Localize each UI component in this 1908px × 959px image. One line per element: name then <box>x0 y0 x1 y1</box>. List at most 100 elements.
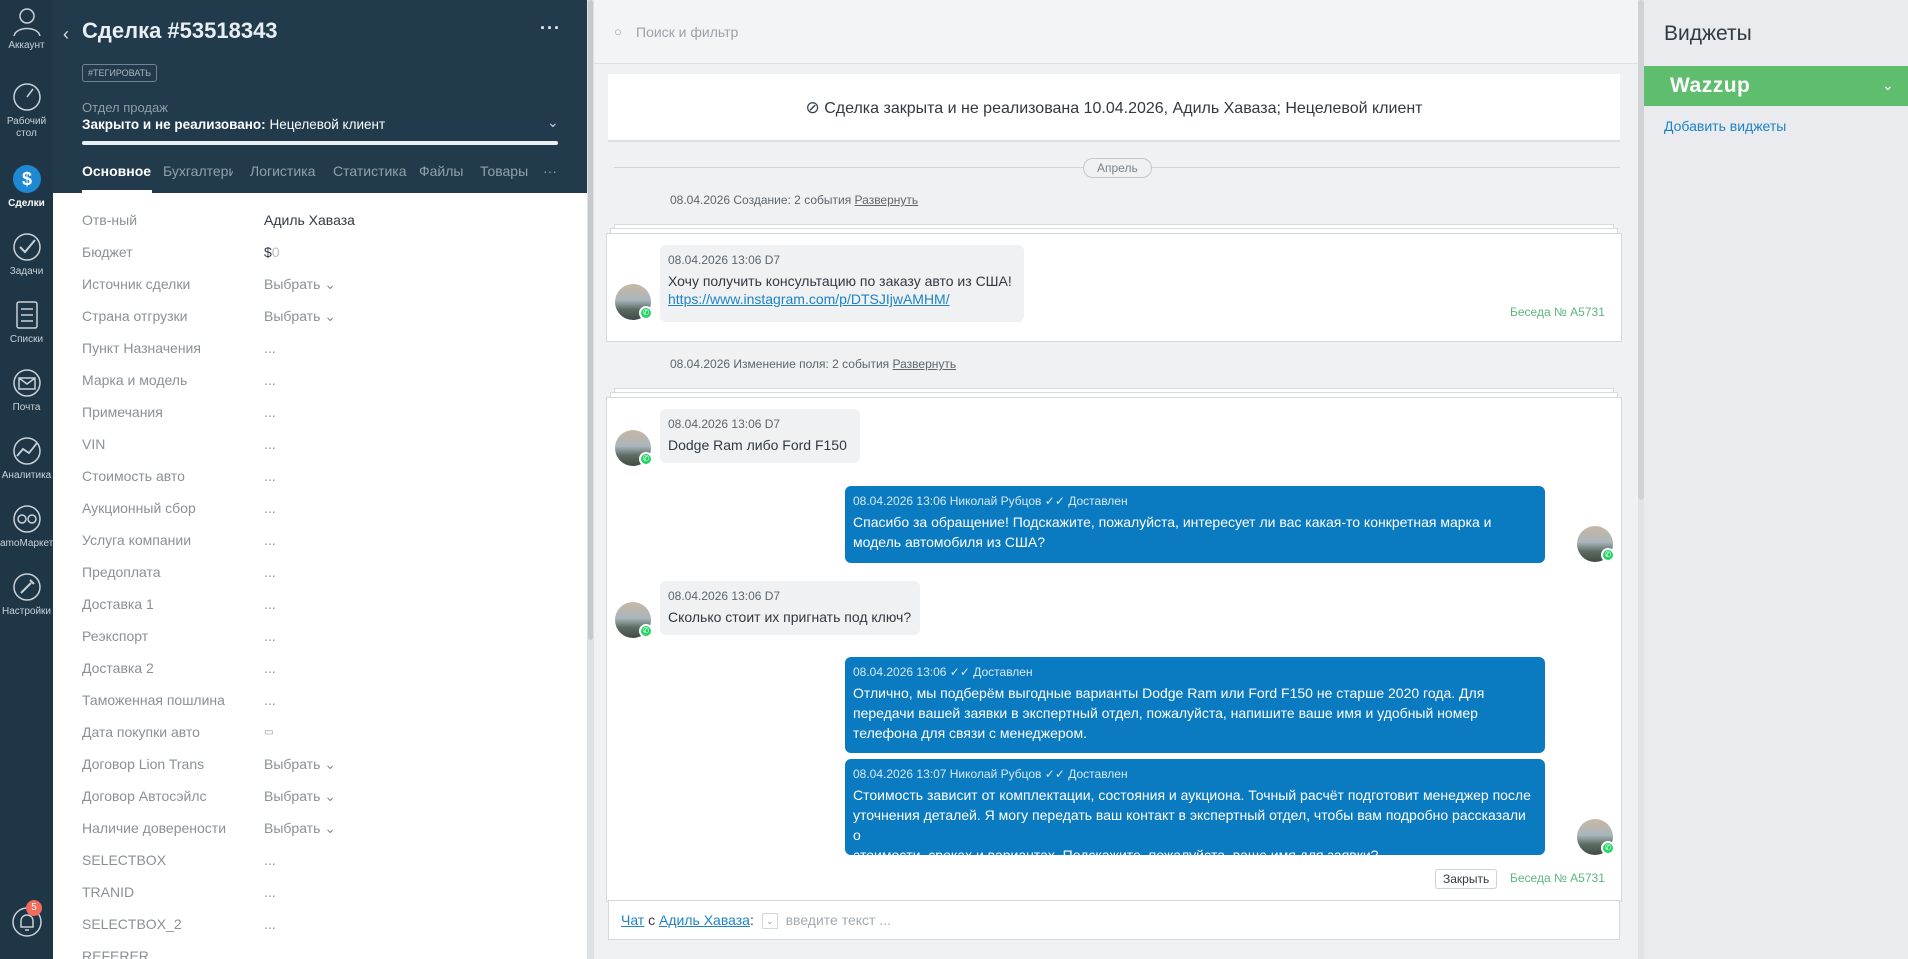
field-row: SELECTBOX_2... <box>82 916 276 932</box>
nav-dashboard[interactable]: Рабочий стол <box>0 80 53 140</box>
conversation-number[interactable]: Беседа № A5731 <box>1510 305 1605 319</box>
field-value[interactable]: ... <box>264 340 276 356</box>
whatsapp-icon: ✆ <box>639 624 653 638</box>
field-row: Отв-ный Адиль Хаваза <box>82 212 355 228</box>
field-row: VIN... <box>82 436 276 452</box>
add-widgets-link[interactable]: Добавить виджеты <box>1664 118 1786 134</box>
outgoing-message: 08.04.2026 13:06 ✓✓ Доставлен Отлично, м… <box>845 657 1545 753</box>
field-select[interactable]: Выбрать ⌄ <box>264 276 336 293</box>
dashboard-icon <box>12 83 41 111</box>
field-row: Договор Lion Trans Выбрать ⌄ <box>82 756 337 773</box>
incoming-message: 08.04.2026 13:06 D7 Сколько стоит их при… <box>660 581 920 635</box>
tab-statistics[interactable]: Статистика <box>333 163 407 179</box>
nav-analytics[interactable]: Аналитика <box>0 434 53 481</box>
field-value[interactable]: Адиль Хаваза <box>264 212 355 228</box>
active-tab-underline <box>82 190 152 193</box>
delivered-checks-icon: ✓✓ <box>1044 494 1065 508</box>
field-value[interactable]: ... <box>264 884 276 900</box>
month-separator: Апрель <box>1083 158 1152 178</box>
expand-link[interactable]: Развернуть <box>893 357 957 371</box>
field-value[interactable]: ... <box>264 564 276 580</box>
chevron-down-icon[interactable]: ⌄ <box>1882 77 1894 94</box>
contact-link[interactable]: Адиль Хаваза <box>659 912 750 928</box>
field-value[interactable]: ... <box>264 500 276 516</box>
field-select[interactable]: Выбрать ⌄ <box>264 788 336 805</box>
scrollbar-thumb[interactable] <box>588 0 593 640</box>
notifications-badge: 5 <box>26 900 42 916</box>
search-input[interactable]: Поиск и фильтр <box>636 24 738 40</box>
message-input[interactable]: введите текст ... <box>786 912 891 928</box>
nav-tasks[interactable]: Задачи <box>0 230 53 277</box>
field-select[interactable]: Выбрать ⌄ <box>264 308 336 325</box>
field-value[interactable]: ... <box>264 692 276 708</box>
widgets-title: Виджеты <box>1664 22 1752 45</box>
calendar-icon[interactable]: ▭ <box>264 727 273 738</box>
tab-products[interactable]: Товары <box>480 163 528 179</box>
expand-link[interactable]: Развернуть <box>855 193 919 207</box>
field-value[interactable]: ... <box>264 436 276 452</box>
closed-banner-text: Сделка закрыта и не реализована 10.04.20… <box>824 100 1423 117</box>
blocked-icon: ⊘ <box>805 98 820 117</box>
delivered-checks-icon: ✓✓ <box>949 665 970 679</box>
delivered-checks-icon: ✓✓ <box>1044 767 1065 781</box>
field-value[interactable]: ... <box>264 468 276 484</box>
status-reason: Нецелевой клиент <box>269 117 386 132</box>
field-select[interactable]: Выбрать ⌄ <box>264 756 336 773</box>
conversation-number[interactable]: Беседа № A5731 <box>1510 871 1605 885</box>
field-row: Реэкспорт... <box>82 628 276 644</box>
field-value[interactable]: ... <box>264 404 276 420</box>
incoming-message: 08.04.2026 13:06 D7 Dodge Ram либо Ford … <box>660 409 860 463</box>
status-progress-bar <box>82 141 558 145</box>
more-options-icon[interactable]: ··· <box>540 18 561 39</box>
field-value[interactable]: ... <box>264 852 276 868</box>
tag-button[interactable]: #ТЕГИРОВАТЬ <box>82 64 158 82</box>
whatsapp-icon: ✆ <box>639 306 653 320</box>
field-row: Таможенная пошлина... <box>82 692 276 708</box>
event-group-created: 08.04.2026 Создание: 2 события Развернут… <box>670 193 919 207</box>
deal-panel-scrollbar[interactable] <box>587 0 594 959</box>
close-conversation-button[interactable]: Закрыть <box>1435 869 1498 889</box>
tab-logistics[interactable]: Логистика <box>250 163 315 179</box>
wazzup-widget[interactable]: Wazzup ⌄ <box>1644 66 1908 106</box>
field-value[interactable]: ... <box>264 628 276 644</box>
nav-market[interactable]: amoМаркет <box>0 502 53 549</box>
recipient-dropdown[interactable]: ⌄ <box>761 913 778 930</box>
whatsapp-icon: ✆ <box>1601 841 1615 855</box>
nav-settings[interactable]: Настройки <box>0 570 53 617</box>
field-row: Доставка 1... <box>82 596 276 612</box>
field-select[interactable]: Выбрать ⌄ <box>264 820 336 837</box>
field-row: Марка и модель... <box>82 372 276 388</box>
field-value[interactable]: ... <box>264 660 276 676</box>
chevron-down-icon[interactable]: ⌄ <box>547 114 559 131</box>
field-value[interactable]: ... <box>264 532 276 548</box>
back-arrow-icon[interactable]: ‹ <box>63 24 69 45</box>
budget-value[interactable]: $0 <box>264 244 280 260</box>
settings-icon <box>12 573 41 601</box>
tab-accounting[interactable]: Бухгалтерия <box>163 163 233 179</box>
field-row: Предоплата... <box>82 564 276 580</box>
tab-main[interactable]: Основное <box>82 163 151 179</box>
nav-account[interactable]: Аккаунт <box>0 4 53 51</box>
chat-link[interactable]: Чат <box>621 912 644 928</box>
nav-mail[interactable]: Почта <box>0 366 53 413</box>
field-value[interactable]: ... <box>264 916 276 932</box>
mail-icon <box>12 369 41 397</box>
field-row: Договор Автосэйлс Выбрать ⌄ <box>82 788 337 805</box>
search-bar[interactable]: ○ Поиск и фильтр <box>594 0 1638 64</box>
tab-files[interactable]: Файлы <box>419 163 463 179</box>
tabs-more-icon[interactable]: ··· <box>543 163 557 179</box>
chat-input-bar[interactable]: Чат с Адиль Хаваза: ⌄ введите текст ... <box>608 900 1620 940</box>
field-row: Услуга компании... <box>82 532 276 548</box>
nav-deals[interactable]: $ Сделки <box>0 162 53 209</box>
deal-title: Сделка #53518343 <box>82 18 278 43</box>
field-value[interactable]: ... <box>264 596 276 612</box>
status-bold: Закрыто и не реализовано: <box>82 117 266 132</box>
field-value[interactable]: ... <box>264 372 276 388</box>
field-row: Доставка 2... <box>82 660 276 676</box>
analytics-icon <box>12 437 41 465</box>
status-selector[interactable]: Закрыто и не реализовано: Нецелевой клие… <box>82 117 385 132</box>
message-link[interactable]: https://www.instagram.com/p/DTSJIjwAMHM/ <box>668 291 1016 307</box>
deal-closed-banner: ⊘ Сделка закрыта и не реализована 10.04.… <box>608 74 1620 142</box>
nav-lists[interactable]: Списки <box>0 298 53 345</box>
search-icon: ○ <box>614 24 622 39</box>
